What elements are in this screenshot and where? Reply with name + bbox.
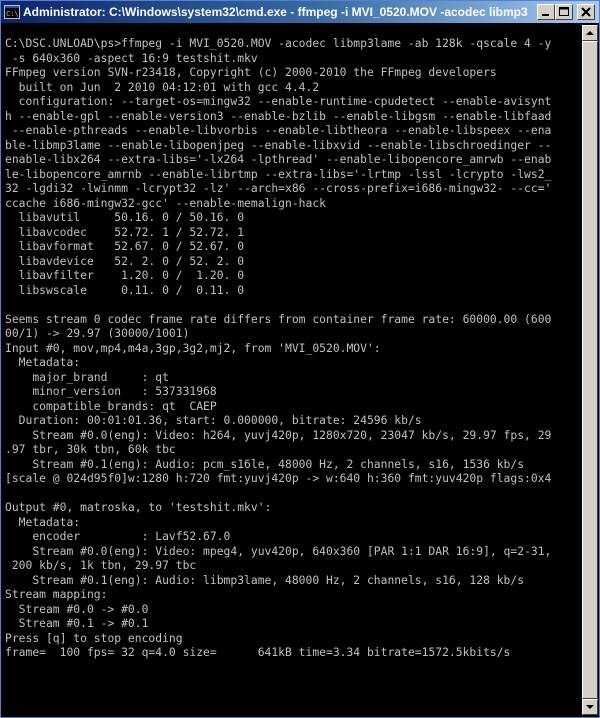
vertical-scrollbar[interactable] xyxy=(582,25,598,715)
console-window: C:\ Administrator: C:\Windows\system32\c… xyxy=(0,0,600,718)
console-line: le-libopencore_amrnb --enable-librtmp --… xyxy=(5,166,552,181)
maximize-icon xyxy=(559,7,569,16)
console-line: FFmpeg version SVN-r23418, Copyright (c)… xyxy=(5,65,497,79)
console-line: -s 640x360 -aspect 16:9 testshit.mkv xyxy=(5,50,258,65)
close-icon xyxy=(581,7,591,17)
console-line: 32 -lgdi32 -lwinmm -lcrypt32 -lz' --arch… xyxy=(5,181,552,195)
scroll-thumb[interactable] xyxy=(582,41,598,699)
console-line: ccache i686-mingw32-gcc' --enable-memali… xyxy=(5,195,326,210)
console-line: Stream #0.1(eng): Audio: pcm_s16le, 4800… xyxy=(5,456,525,471)
console-line: libavfilter 1.20. 0 / 1.20. 0 xyxy=(5,268,245,282)
console-line: libavutil 50.16. 0 / 50.16. 0 xyxy=(5,210,245,224)
console-line: Input #0, mov,mp4,m4a,3gp,3g2,mj2, from … xyxy=(5,340,381,355)
console-line: [scale @ 024d95f0]w:1280 h:720 fmt:yuvj4… xyxy=(5,471,552,485)
console-output[interactable]: C:\DSC.UNLOAD\ps>ffmpeg -i MVI_0520.MOV … xyxy=(3,25,581,715)
console-line: Stream #0.1 -> #0.1 xyxy=(5,616,149,630)
console-line: --enable-pthreads --enable-libvorbis --e… xyxy=(5,123,552,137)
console-line: Stream #0.0(eng): Video: mpeg4, yuv420p,… xyxy=(5,543,552,558)
console-line: libavcodec 52.72. 1 / 52.72. 1 xyxy=(5,224,245,239)
console-line: 00/1) -> 29.97 (30000/1001) xyxy=(5,326,190,340)
console-line: compatible_brands: qt CAEP xyxy=(5,398,217,413)
console-line: 200 kb/s, 1k tbn, 29.97 tbc xyxy=(5,558,197,572)
console-line: ble-libmp3lame --enable-libopenjpeg --en… xyxy=(5,137,552,152)
console-line: Metadata: xyxy=(5,355,81,369)
minimize-icon xyxy=(542,14,549,16)
console-line: Stream #0.1(eng): Audio: libmp3lame, 480… xyxy=(5,572,525,587)
console-line: C:\DSC.UNLOAD\ps>ffmpeg -i MVI_0520.MOV … xyxy=(5,36,552,50)
scroll-down-arrow-icon xyxy=(586,705,594,709)
cmd-prompt-icon[interactable]: C:\ xyxy=(4,4,20,20)
console-line: minor_version : 537331968 xyxy=(5,384,217,398)
console-line: Stream #0.0 -> #0.0 xyxy=(5,601,149,616)
console-line: major_brand : qt xyxy=(5,369,169,384)
console-line: h --enable-gpl --enable-version3 --enabl… xyxy=(5,108,552,123)
console-line: Press [q] to stop encoding xyxy=(5,630,183,645)
minimize-button[interactable] xyxy=(537,4,555,20)
close-button[interactable] xyxy=(577,4,595,20)
title-bar[interactable]: C:\ Administrator: C:\Windows\system32\c… xyxy=(1,1,599,23)
console-text: C:\DSC.UNLOAD\ps>ffmpeg -i MVI_0520.MOV … xyxy=(3,25,581,660)
console-line: built on Jun 2 2010 04:12:01 with gcc 4.… xyxy=(5,79,320,94)
console-line: Stream #0.0(eng): Video: h264, yuvj420p,… xyxy=(5,427,552,442)
maximize-button[interactable] xyxy=(555,4,573,20)
svg-text:C:\: C:\ xyxy=(6,10,19,18)
console-line: Seems stream 0 codec frame rate differs … xyxy=(5,311,552,326)
console-line: libavdevice 52. 2. 0 / 52. 2. 0 xyxy=(5,253,245,268)
console-line: frame= 100 fps= 32 q=4.0 size= 641kB tim… xyxy=(5,645,511,659)
console-line: enable-libx264 --extra-libs='-lx264 -lpt… xyxy=(5,152,552,166)
console-line: .97 tbr, 30k tbn, 60k tbc xyxy=(5,442,176,456)
console-line: Output #0, matroska, to 'testshit.mkv': xyxy=(5,500,272,514)
console-line: libswscale 0.11. 0 / 0.11. 0 xyxy=(5,282,245,297)
console-line: encoder : Lavf52.67.0 xyxy=(5,529,231,543)
console-line: configuration: --target-os=mingw32 --ena… xyxy=(5,94,552,108)
scroll-down-button[interactable] xyxy=(582,699,598,715)
window-title: Administrator: C:\Windows\system32\cmd.e… xyxy=(23,5,528,19)
console-line: Metadata: xyxy=(5,514,81,529)
scroll-up-button[interactable] xyxy=(582,25,598,41)
console-line: Stream mapping: xyxy=(5,587,108,601)
scroll-up-arrow-icon xyxy=(586,31,594,35)
console-line: Duration: 00:01:01.36, start: 0.000000, … xyxy=(5,413,422,427)
console-line: libavformat 52.67. 0 / 52.67. 0 xyxy=(5,239,245,253)
